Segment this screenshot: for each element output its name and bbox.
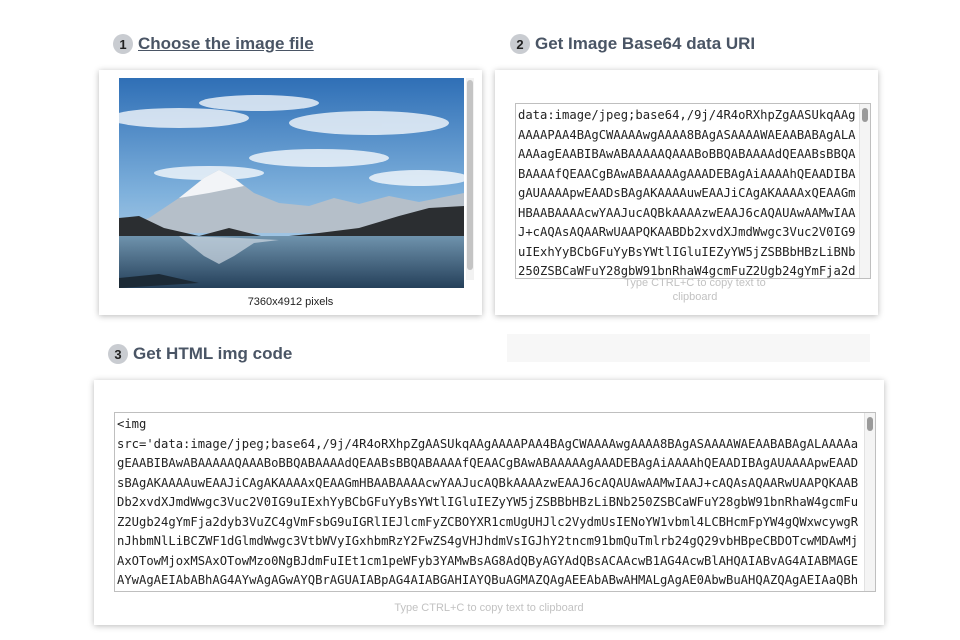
image-dimensions: 7360x4912 pixels bbox=[247, 296, 334, 308]
data-uri-copy-hint: Type CTRL+C to copy text to clipboard bbox=[624, 277, 766, 303]
step-2-title: Get Image Base64 data URI bbox=[535, 34, 756, 53]
html-code-scrollbar[interactable] bbox=[864, 413, 875, 591]
step-3-number-badge: 3 bbox=[108, 344, 128, 364]
mountain-lake-image bbox=[119, 78, 464, 288]
data-uri-textarea[interactable] bbox=[515, 103, 871, 279]
toolbar-placeholder bbox=[507, 334, 870, 362]
html-code-textarea[interactable] bbox=[114, 412, 876, 592]
preview-scrollbar[interactable] bbox=[466, 78, 474, 280]
step-3-title: Get HTML img code bbox=[133, 344, 293, 363]
step-2-heading: 2 Get Image Base64 data URI bbox=[510, 34, 755, 54]
data-uri-panel: Type CTRL+C to copy text to clipboard bbox=[495, 70, 878, 315]
data-uri-scrollbar[interactable] bbox=[859, 104, 870, 278]
choose-image-file-link[interactable]: Choose the image file bbox=[138, 34, 314, 54]
step-3-heading: 3 Get HTML img code bbox=[108, 344, 292, 364]
step-1-number-badge: 1 bbox=[113, 34, 133, 54]
image-preview-panel: 7360x4912 pixels bbox=[99, 70, 482, 315]
image-preview bbox=[119, 78, 464, 288]
step-1-heading: 1 Choose the image file bbox=[113, 34, 314, 54]
step-2-number-badge: 2 bbox=[510, 34, 530, 54]
html-code-copy-hint: Type CTRL+C to copy text to clipboard bbox=[394, 602, 584, 614]
html-code-panel: Type CTRL+C to copy text to clipboard bbox=[94, 380, 884, 625]
